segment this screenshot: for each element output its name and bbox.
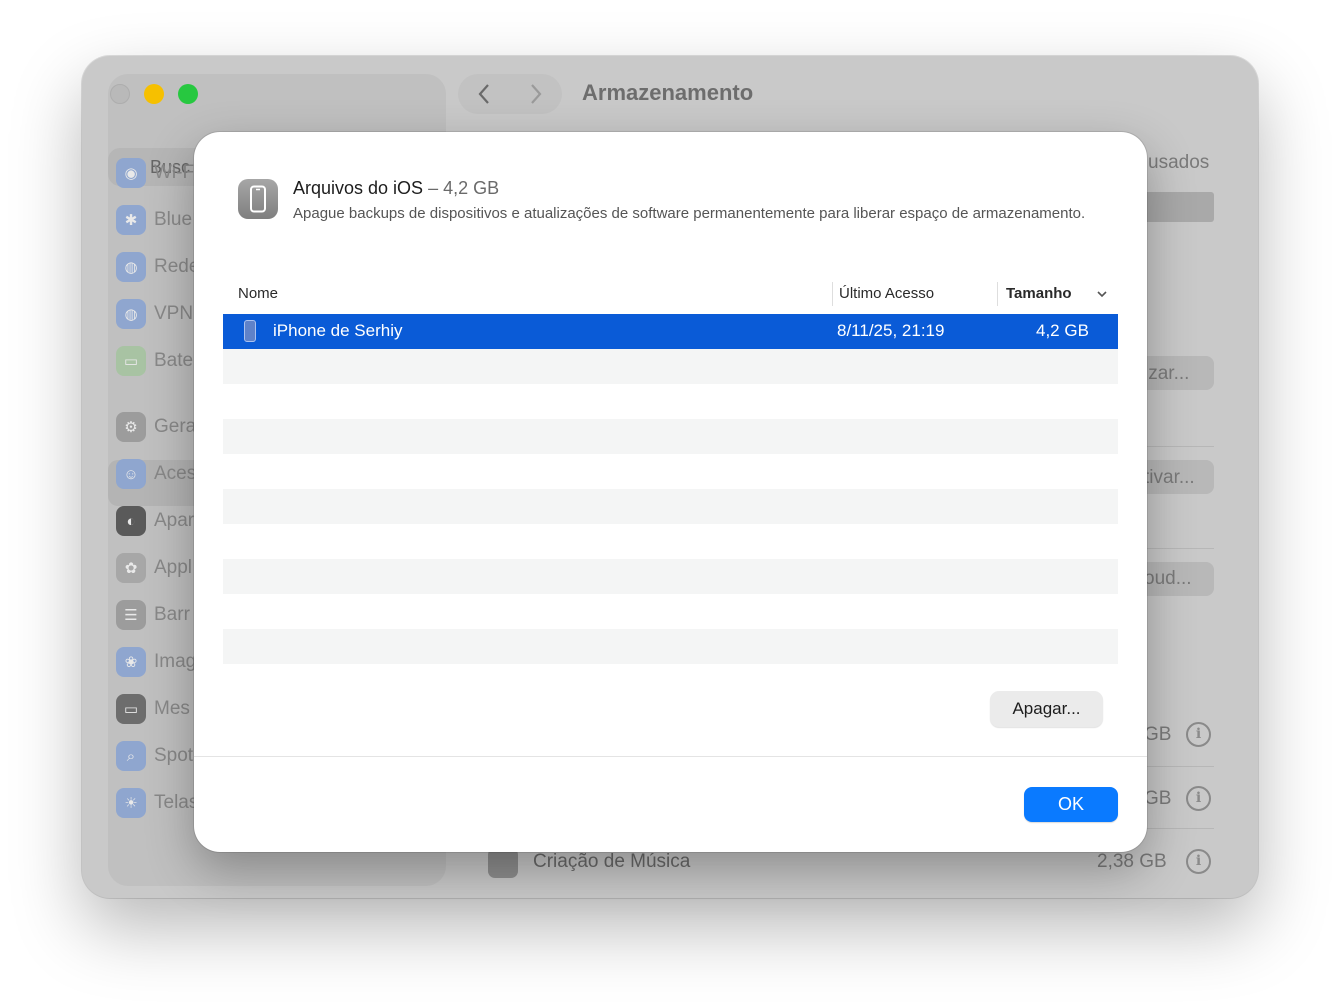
sidebar-item-label: Barr bbox=[154, 604, 190, 625]
desktop-dock-icon: ▭ bbox=[116, 694, 146, 724]
zoom-button[interactable] bbox=[178, 84, 198, 104]
sidebar-item-label: Telas bbox=[154, 792, 199, 813]
sort-descending-icon[interactable] bbox=[1096, 289, 1108, 299]
info-icon[interactable]: i bbox=[1186, 849, 1211, 874]
column-header-last-access[interactable]: Último Acesso bbox=[839, 285, 934, 302]
chevron-right-icon bbox=[531, 84, 542, 104]
delete-button[interactable]: Apagar... bbox=[990, 691, 1103, 727]
accessibility-icon: ☺ bbox=[116, 459, 146, 489]
table-row-empty bbox=[223, 559, 1118, 594]
table-row-empty bbox=[223, 384, 1118, 419]
dialog-description: Apague backups de dispositivos e atualiz… bbox=[293, 205, 1086, 222]
table-row-empty bbox=[223, 594, 1118, 629]
ok-button[interactable]: OK bbox=[1024, 787, 1118, 822]
sidebar-item-label: Imag bbox=[154, 651, 197, 672]
ios-device-icon bbox=[238, 179, 278, 219]
column-separator[interactable] bbox=[832, 282, 833, 306]
sidebar-item-label: Blue bbox=[154, 209, 193, 230]
column-header-name[interactable]: Nome bbox=[238, 285, 278, 302]
sidebar-item-label: Gera bbox=[154, 416, 197, 437]
bluetooth-icon: ✱ bbox=[116, 205, 146, 235]
wifi-icon: ◉ bbox=[116, 158, 146, 188]
info-icon[interactable]: i bbox=[1186, 722, 1211, 747]
battery-icon: ▭ bbox=[116, 346, 146, 376]
sidebar-item-label: Mes bbox=[154, 698, 190, 719]
table-row[interactable]: iPhone de Serhiy 8/11/25, 21:19 4,2 GB bbox=[223, 314, 1118, 349]
sidebar-item-label: Bate bbox=[154, 350, 194, 371]
row-name: iPhone de Serhiy bbox=[273, 321, 403, 340]
iphone-icon bbox=[244, 320, 256, 342]
table-row-empty bbox=[223, 454, 1118, 489]
sidebar-item-label: Spot bbox=[154, 745, 194, 766]
dialog-divider bbox=[194, 756, 1147, 757]
table-header: Nome Último Acesso Tamanho bbox=[223, 276, 1118, 314]
column-header-size[interactable]: Tamanho bbox=[1006, 285, 1072, 302]
music-creation-icon bbox=[488, 848, 518, 878]
ios-files-dialog: Arquivos do iOS – 4,2 GB Apague backups … bbox=[194, 132, 1147, 852]
menu-bar-icon: ☰ bbox=[116, 600, 146, 630]
table-row-empty bbox=[223, 349, 1118, 384]
storage-size-fragment: GB bbox=[1144, 724, 1172, 745]
back-button[interactable] bbox=[458, 74, 510, 114]
vpn-icon: ◍ bbox=[116, 299, 146, 329]
network-icon: ◍ bbox=[116, 252, 146, 282]
table-row-empty bbox=[223, 489, 1118, 524]
iphone-icon bbox=[250, 185, 266, 213]
navigation-buttons bbox=[458, 74, 562, 114]
main-action-button-1-label: izar... bbox=[1144, 363, 1190, 384]
table-row-empty bbox=[223, 419, 1118, 454]
apple-intelligence-icon: ✿ bbox=[116, 553, 146, 583]
table-row-empty bbox=[223, 629, 1118, 664]
table-row-empty bbox=[223, 524, 1118, 559]
chevron-left-icon bbox=[478, 84, 489, 104]
row-last-access: 8/11/25, 21:19 bbox=[837, 321, 945, 340]
sidebar-item-label: Aces bbox=[154, 463, 197, 484]
music-creation-size: 2,38 GB bbox=[1097, 851, 1167, 872]
forward-button[interactable] bbox=[510, 74, 562, 114]
dialog-title: Arquivos do iOS – 4,2 GB bbox=[293, 178, 499, 199]
spotlight-icon: ⌕ bbox=[116, 741, 146, 771]
storage-size-fragment: GB bbox=[1144, 788, 1172, 809]
backups-table: Nome Último Acesso Tamanho iPhone de Ser… bbox=[223, 276, 1118, 664]
dialog-title-size: – 4,2 GB bbox=[428, 178, 500, 198]
appearance-icon: ◐ bbox=[116, 506, 146, 536]
music-creation-label: Criação de Música bbox=[533, 851, 691, 872]
storage-used-label: usados bbox=[1148, 152, 1210, 173]
column-separator[interactable] bbox=[997, 282, 998, 306]
info-icon[interactable]: i bbox=[1186, 786, 1211, 811]
sidebar-item-label: Appl bbox=[154, 557, 193, 578]
minimize-button[interactable] bbox=[144, 84, 164, 104]
close-button[interactable] bbox=[110, 84, 130, 104]
sidebar-item-label: VPN bbox=[154, 303, 194, 324]
sidebar-item-label: Apar bbox=[154, 510, 195, 531]
displays-icon: ☀ bbox=[116, 788, 146, 818]
main-action-button-3-label: oud... bbox=[1144, 568, 1192, 589]
main-action-button-2-label: tivar... bbox=[1144, 467, 1195, 488]
dialog-title-text: Arquivos do iOS bbox=[293, 178, 424, 198]
sidebar-item-label: Wi-F bbox=[154, 162, 195, 183]
sidebar-item-label: Rede bbox=[154, 256, 200, 277]
wallpaper-icon: ❀ bbox=[116, 647, 146, 677]
row-size: 4,2 GB bbox=[1036, 321, 1089, 340]
gear-icon: ⚙ bbox=[116, 412, 146, 442]
window-title: Armazenamento bbox=[582, 80, 754, 105]
